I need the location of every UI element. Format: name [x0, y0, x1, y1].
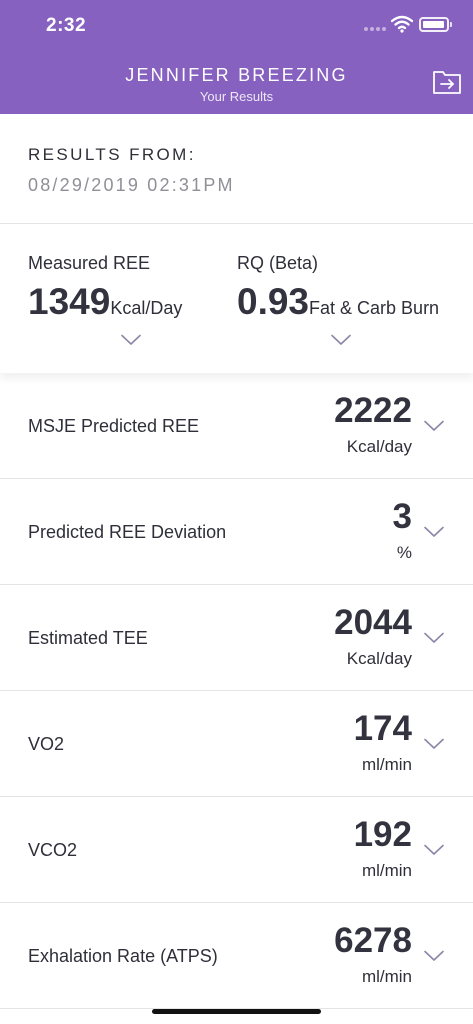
metric-unit: ml/min [361, 861, 412, 880]
metric-label: VCO2 [28, 840, 78, 860]
patient-name-title: JENNIFER BREEZING [125, 65, 348, 85]
metric-row-estimated-tee[interactable]: Estimated TEE 2044 Kcal/day [0, 585, 473, 691]
metric-value: 6278 [334, 921, 412, 960]
metric-value: 3 [392, 497, 412, 536]
rq-value-group: 0.93Fat & Carb Burn [237, 281, 439, 323]
metric-label: Exhalation Rate (ATPS) [28, 946, 218, 966]
home-indicator[interactable] [152, 1009, 321, 1014]
rq-block[interactable]: RQ (Beta) 0.93Fat & Carb Burn [237, 224, 467, 373]
metric-row-msje-predicted-ree[interactable]: MSJE Predicted REE 2222 Kcal/day [0, 373, 473, 479]
metric-value: 2222 [334, 391, 412, 430]
metric-row-vco2[interactable]: VCO2 192 ml/min [0, 797, 473, 903]
chevron-down-icon[interactable] [424, 950, 444, 962]
chevron-down-icon[interactable] [331, 334, 351, 346]
status-time: 2:32 [46, 15, 87, 36]
chevron-down-icon[interactable] [424, 738, 444, 750]
metric-label: VO2 [28, 734, 65, 754]
measured-ree-value-group: 1349Kcal/Day [28, 281, 182, 323]
measured-ree-value: 1349 [28, 281, 111, 322]
metric-row-predicted-ree-deviation[interactable]: Predicted REE Deviation 3 % [0, 479, 473, 585]
chevron-down-icon[interactable] [424, 632, 444, 644]
measured-ree-label: Measured REE [28, 253, 151, 273]
rq-value: 0.93 [237, 281, 310, 322]
chevron-down-icon[interactable] [424, 420, 444, 432]
page-subtitle: Your Results [199, 89, 274, 104]
metric-value: 2044 [334, 603, 412, 642]
metric-unit: % [396, 543, 412, 562]
metrics-list: MSJE Predicted REE 2222 Kcal/day Predict… [0, 373, 473, 1009]
battery-icon [419, 17, 452, 32]
metric-unit: Kcal/day [346, 649, 412, 668]
metric-row-exhalation-rate[interactable]: Exhalation Rate (ATPS) 6278 ml/min [0, 903, 473, 1009]
metric-row-vo2[interactable]: VO2 174 ml/min [0, 691, 473, 797]
chevron-down-icon[interactable] [121, 334, 141, 346]
wifi-icon [391, 15, 413, 33]
rq-label: RQ (Beta) [237, 253, 319, 273]
app-header: 2:32 JENNIFER BREEZING Your Results [0, 0, 473, 114]
chevron-down-icon[interactable] [424, 526, 444, 538]
metric-label: MSJE Predicted REE [28, 416, 200, 436]
metric-unit: Kcal/day [346, 437, 412, 456]
export-icon[interactable] [432, 69, 462, 95]
measured-ree-block[interactable]: Measured REE 1349Kcal/Day [28, 224, 228, 373]
rq-unit: Fat & Carb Burn [309, 298, 440, 318]
results-date: 08/29/2019 02:31PM [28, 175, 235, 195]
metric-unit: ml/min [361, 967, 412, 986]
results-from-section: RESULTS FROM: 08/29/2019 02:31PM [0, 114, 473, 224]
metric-label: Estimated TEE [28, 628, 148, 648]
results-from-label: RESULTS FROM: [28, 145, 196, 164]
metric-label: Predicted REE Deviation [28, 522, 227, 542]
chevron-down-icon[interactable] [424, 844, 444, 856]
summary-card: Measured REE 1349Kcal/Day RQ (Beta) 0.93… [0, 224, 473, 373]
cellular-signal-icon [364, 27, 386, 31]
metric-value: 192 [353, 815, 412, 854]
metric-unit: ml/min [361, 755, 412, 774]
measured-ree-unit: Kcal/Day [110, 298, 183, 318]
metric-value: 174 [353, 709, 412, 748]
